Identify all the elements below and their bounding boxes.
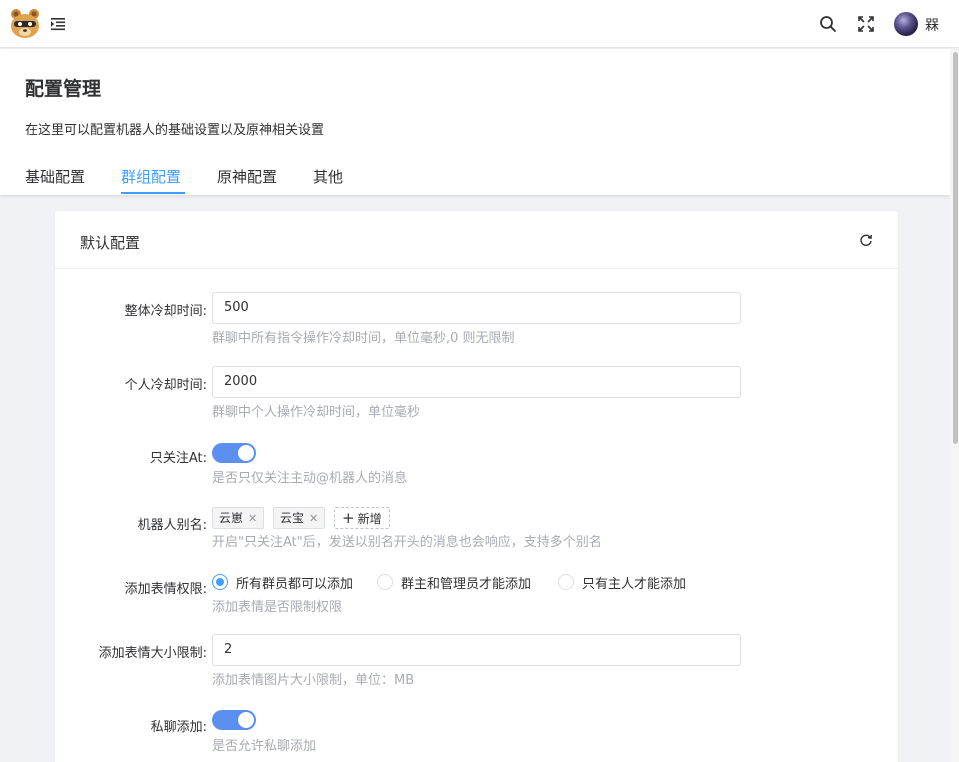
personal-cooldown-label: 个人冷却时间: bbox=[124, 378, 207, 393]
username[interactable]: 槑 bbox=[925, 15, 939, 35]
add-alias-button[interactable]: + 新增 bbox=[334, 507, 390, 529]
personal-cooldown-input[interactable]: 2000 bbox=[212, 366, 741, 398]
radio-label: 所有群员都可以添加 bbox=[236, 577, 354, 592]
add-alias-label: 新增 bbox=[357, 512, 382, 526]
switch-knob bbox=[238, 712, 254, 728]
private-add-switch[interactable] bbox=[212, 710, 256, 730]
radio-label: 群主和管理员才能添加 bbox=[401, 577, 532, 592]
private-add-label: 私聊添加: bbox=[150, 720, 207, 735]
emoji-size-input[interactable]: 2 bbox=[212, 634, 741, 666]
avatar[interactable] bbox=[894, 12, 918, 36]
alias-tag: 云崽 ✕ bbox=[212, 507, 265, 529]
scrollbar-thumb[interactable] bbox=[953, 52, 958, 444]
radio-unchecked-icon bbox=[558, 574, 574, 590]
tab-other[interactable]: 其他 bbox=[313, 166, 343, 187]
tag-close-icon[interactable]: ✕ bbox=[248, 512, 257, 525]
radio-checked-icon bbox=[212, 574, 228, 590]
bot-alias-label: 机器人别名: bbox=[137, 518, 207, 533]
tab-group-config[interactable]: 群组配置 bbox=[121, 166, 181, 187]
alias-tag-label: 云崽 bbox=[219, 511, 244, 525]
tab-basic-config[interactable]: 基础配置 bbox=[25, 166, 85, 187]
fullscreen-icon[interactable] bbox=[857, 15, 875, 33]
radio-unchecked-icon bbox=[377, 574, 393, 590]
alias-tag: 云宝 ✕ bbox=[273, 507, 326, 529]
card-title: 默认配置 bbox=[80, 234, 141, 252]
global-cooldown-label: 整体冷却时间: bbox=[124, 304, 207, 319]
only-at-hint: 是否只仅关注主动@机器人的消息 bbox=[212, 471, 408, 486]
only-at-switch[interactable] bbox=[212, 443, 256, 463]
refresh-icon[interactable] bbox=[859, 233, 873, 247]
switch-knob bbox=[238, 445, 254, 461]
only-at-label: 只关注At: bbox=[149, 451, 207, 466]
emoji-size-hint: 添加表情图片大小限制，单位：MB bbox=[212, 673, 415, 688]
page-title: 配置管理 bbox=[25, 78, 102, 100]
page-description: 在这里可以配置机器人的基础设置以及原神相关设置 bbox=[25, 123, 325, 138]
personal-cooldown-hint: 群聊中个人操作冷却时间，单位毫秒 bbox=[212, 405, 421, 420]
radio-label: 只有主人才能添加 bbox=[582, 577, 687, 592]
bot-alias-hint: 开启"只关注At"后，发送以别名开头的消息也会响应，支持多个别名 bbox=[212, 535, 602, 550]
emoji-size-label: 添加表情大小限制: bbox=[98, 646, 207, 661]
page-header: 配置管理 在这里可以配置机器人的基础设置以及原神相关设置 基础配置 群组配置 原… bbox=[0, 49, 950, 195]
menu-fold-icon[interactable] bbox=[50, 16, 66, 32]
global-cooldown-input[interactable]: 500 bbox=[212, 292, 741, 324]
search-icon[interactable] bbox=[819, 15, 837, 33]
alias-tag-label: 云宝 bbox=[280, 511, 305, 525]
emoji-permission-hint: 添加表情是否限制权限 bbox=[212, 600, 343, 615]
global-cooldown-hint: 群聊中所有指令操作冷却时间，单位毫秒,0 则无限制 bbox=[212, 331, 515, 346]
emoji-permission-label: 添加表情权限: bbox=[124, 582, 207, 597]
private-add-hint: 是否允许私聊添加 bbox=[212, 739, 317, 754]
top-bar: 槑 bbox=[0, 0, 959, 48]
plus-icon: + bbox=[342, 509, 355, 527]
card-header: 默认配置 bbox=[55, 211, 898, 269]
bear-logo-icon[interactable] bbox=[10, 8, 40, 39]
tab-genshin-config[interactable]: 原神配置 bbox=[217, 166, 277, 187]
tag-close-icon[interactable]: ✕ bbox=[309, 512, 318, 525]
default-config-card: 默认配置 整体冷却时间: 500 群聊中所有指令操作冷却时间，单位毫秒,0 则无… bbox=[55, 211, 898, 762]
active-tab-indicator bbox=[121, 192, 185, 194]
